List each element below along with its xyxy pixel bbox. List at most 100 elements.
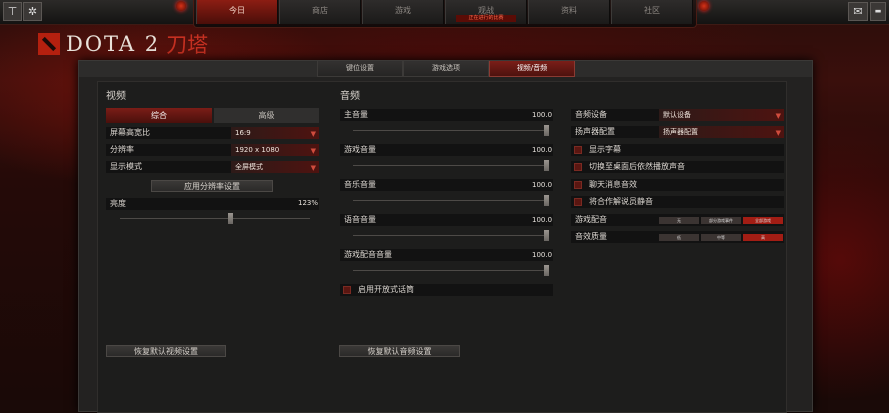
speaker-config-select[interactable]: 扬声器配置 ▼: [659, 126, 784, 138]
brightness-label: 亮度: [110, 199, 126, 208]
dota-logo-icon: [38, 33, 60, 55]
menu-icon[interactable]: ⊤: [3, 2, 22, 21]
nav-tab-today[interactable]: 今日: [196, 0, 278, 24]
master-volume-handle[interactable]: [544, 125, 549, 136]
quality-option-medium[interactable]: 中等: [701, 234, 741, 241]
chat-sound-checkbox[interactable]: [574, 181, 582, 189]
subtitles-checkbox[interactable]: [574, 146, 582, 154]
game-volume-handle[interactable]: [544, 160, 549, 171]
announcer-option-all[interactable]: 全部游戏: [743, 217, 783, 224]
brightness-row: 亮度: [106, 198, 319, 210]
mute-caster-label: 将合作解说员静音: [589, 197, 653, 206]
game-volume-value: 100.0: [532, 146, 553, 154]
mute-caster-checkbox[interactable]: [574, 198, 582, 206]
audio-slider-row: 游戏音量: [340, 144, 553, 156]
background-sound-row: 切换至桌面后依然播放声音: [571, 161, 784, 173]
video-advanced-tab[interactable]: 高级: [214, 108, 319, 123]
resolution-select[interactable]: 1920 x 1080 ▼: [231, 144, 319, 156]
apply-resolution-button[interactable]: 应用分辨率设置: [151, 180, 273, 192]
live-matches-badge: 正在进行的比赛: [456, 15, 516, 22]
music-volume-label: 音乐音量: [344, 180, 376, 189]
settings-tabs: 键位设置 游戏选项 视频/音频: [317, 61, 575, 77]
nav-tab-label: 观战: [478, 6, 494, 15]
audio-slider-row: 语音音量: [340, 214, 553, 226]
announcer-label: 游戏配音: [575, 215, 607, 224]
audio-device-select[interactable]: 默认设备 ▼: [659, 109, 784, 121]
reset-video-button[interactable]: 恢复默认视频设置: [106, 345, 226, 357]
mute-caster-row: 将合作解说员静音: [571, 196, 784, 208]
nav-tab-play[interactable]: 游戏: [362, 0, 444, 24]
speaker-config-label: 扬声器配置: [575, 127, 615, 136]
brightness-slider-track[interactable]: [120, 218, 310, 219]
brightness-value: 123%: [298, 199, 319, 207]
tab-keybinds[interactable]: 键位设置: [317, 61, 403, 77]
background-sound-checkbox[interactable]: [574, 163, 582, 171]
game-volume-label: 游戏音量: [344, 145, 376, 154]
open-mic-label: 启用开放式话筒: [358, 285, 414, 294]
game-logo: DOTA 2 刀塔: [38, 29, 208, 59]
music-volume-value: 100.0: [532, 181, 553, 189]
video-section-title: 视频: [106, 91, 126, 102]
resolution-value: 1920 x 1080: [235, 146, 280, 154]
tab-game-options[interactable]: 游戏选项: [403, 61, 489, 77]
announcer-volume-track[interactable]: [353, 270, 548, 271]
announcer-volume-value: 100.0: [532, 251, 553, 259]
video-general-tab[interactable]: 综合: [106, 108, 212, 123]
open-mic-checkbox[interactable]: [343, 286, 351, 294]
settings-panel: 键位设置 游戏选项 视频/音频 视频 综合 高级 屏幕高宽比 16:9 ▼ 分辨率…: [78, 60, 813, 413]
sound-quality-label: 音效质量: [575, 232, 607, 241]
mail-icon[interactable]: ✉: [848, 2, 868, 21]
master-volume-track[interactable]: [353, 130, 548, 131]
announcer-volume-handle[interactable]: [544, 265, 549, 276]
announcer-option-none[interactable]: 无: [659, 217, 699, 224]
aspect-ratio-select[interactable]: 16:9 ▼: [231, 127, 319, 139]
quality-option-low[interactable]: 低: [659, 234, 699, 241]
nav-tab-watch[interactable]: 观战 正在进行的比赛: [445, 0, 527, 24]
master-volume-value: 100.0: [532, 111, 553, 119]
chevron-down-icon: ▼: [775, 112, 781, 120]
display-mode-select[interactable]: 全屏模式 ▼: [231, 161, 319, 173]
open-mic-row: 启用开放式话筒: [340, 284, 553, 296]
nav-tab-label: 社区: [644, 6, 660, 15]
audio-device-value: 默认设备: [663, 111, 691, 119]
settings-content: 视频 综合 高级 屏幕高宽比 16:9 ▼ 分辨率 1920 x 1080 ▼ 显示…: [97, 81, 787, 413]
brightness-slider-handle[interactable]: [228, 213, 234, 224]
nav-ornament-right-icon: [699, 1, 709, 11]
nav-tab-store[interactable]: 商店: [279, 0, 361, 24]
chat-sound-row: 聊天消息音效: [571, 179, 784, 191]
chevron-down-icon: ▼: [310, 130, 316, 138]
chevron-down-icon: ▼: [775, 129, 781, 137]
subtitles-label: 显示字幕: [589, 145, 621, 154]
announcer-option-partial[interactable]: 部分游戏事件: [701, 217, 741, 224]
music-volume-track[interactable]: [353, 200, 548, 201]
nav-tab-profile[interactable]: 资料: [528, 0, 610, 24]
background-sound-label: 切换至桌面后依然播放声音: [589, 162, 685, 171]
game-volume-track[interactable]: [353, 165, 548, 166]
audio-slider-row: 游戏配音音量: [340, 249, 553, 261]
resolution-label: 分辨率: [110, 145, 134, 154]
chevron-down-icon: ▼: [310, 164, 316, 172]
reset-audio-button[interactable]: 恢复默认音频设置: [339, 345, 460, 357]
aspect-ratio-label: 屏幕高宽比: [110, 128, 150, 137]
subtitles-row: 显示字幕: [571, 144, 784, 156]
logo-chinese-text: 刀塔: [166, 33, 209, 57]
settings-gear-icon[interactable]: ✲: [23, 2, 42, 21]
speaker-config-value: 扬声器配置: [663, 128, 698, 136]
voice-volume-label: 语音音量: [344, 215, 376, 224]
chevron-down-icon: ▼: [310, 147, 316, 155]
logo-text: DOTA 2: [66, 32, 161, 56]
quality-option-high[interactable]: 高: [743, 234, 783, 241]
voice-volume-handle[interactable]: [544, 230, 549, 241]
chat-sound-label: 聊天消息音效: [589, 180, 637, 189]
voice-volume-track[interactable]: [353, 235, 548, 236]
master-volume-label: 主音量: [344, 110, 368, 119]
tab-video-audio[interactable]: 视频/音频: [489, 61, 575, 77]
nav-tab-label: 资料: [561, 6, 577, 15]
audio-device-label: 音频设备: [575, 110, 607, 119]
voice-volume-value: 100.0: [532, 216, 553, 224]
nav-tab-label: 商店: [312, 6, 328, 15]
music-volume-handle[interactable]: [544, 195, 549, 206]
nav-tab-community[interactable]: 社区: [611, 0, 693, 24]
minimize-icon[interactable]: ▬: [870, 2, 886, 21]
display-mode-value: 全屏模式: [235, 163, 263, 171]
